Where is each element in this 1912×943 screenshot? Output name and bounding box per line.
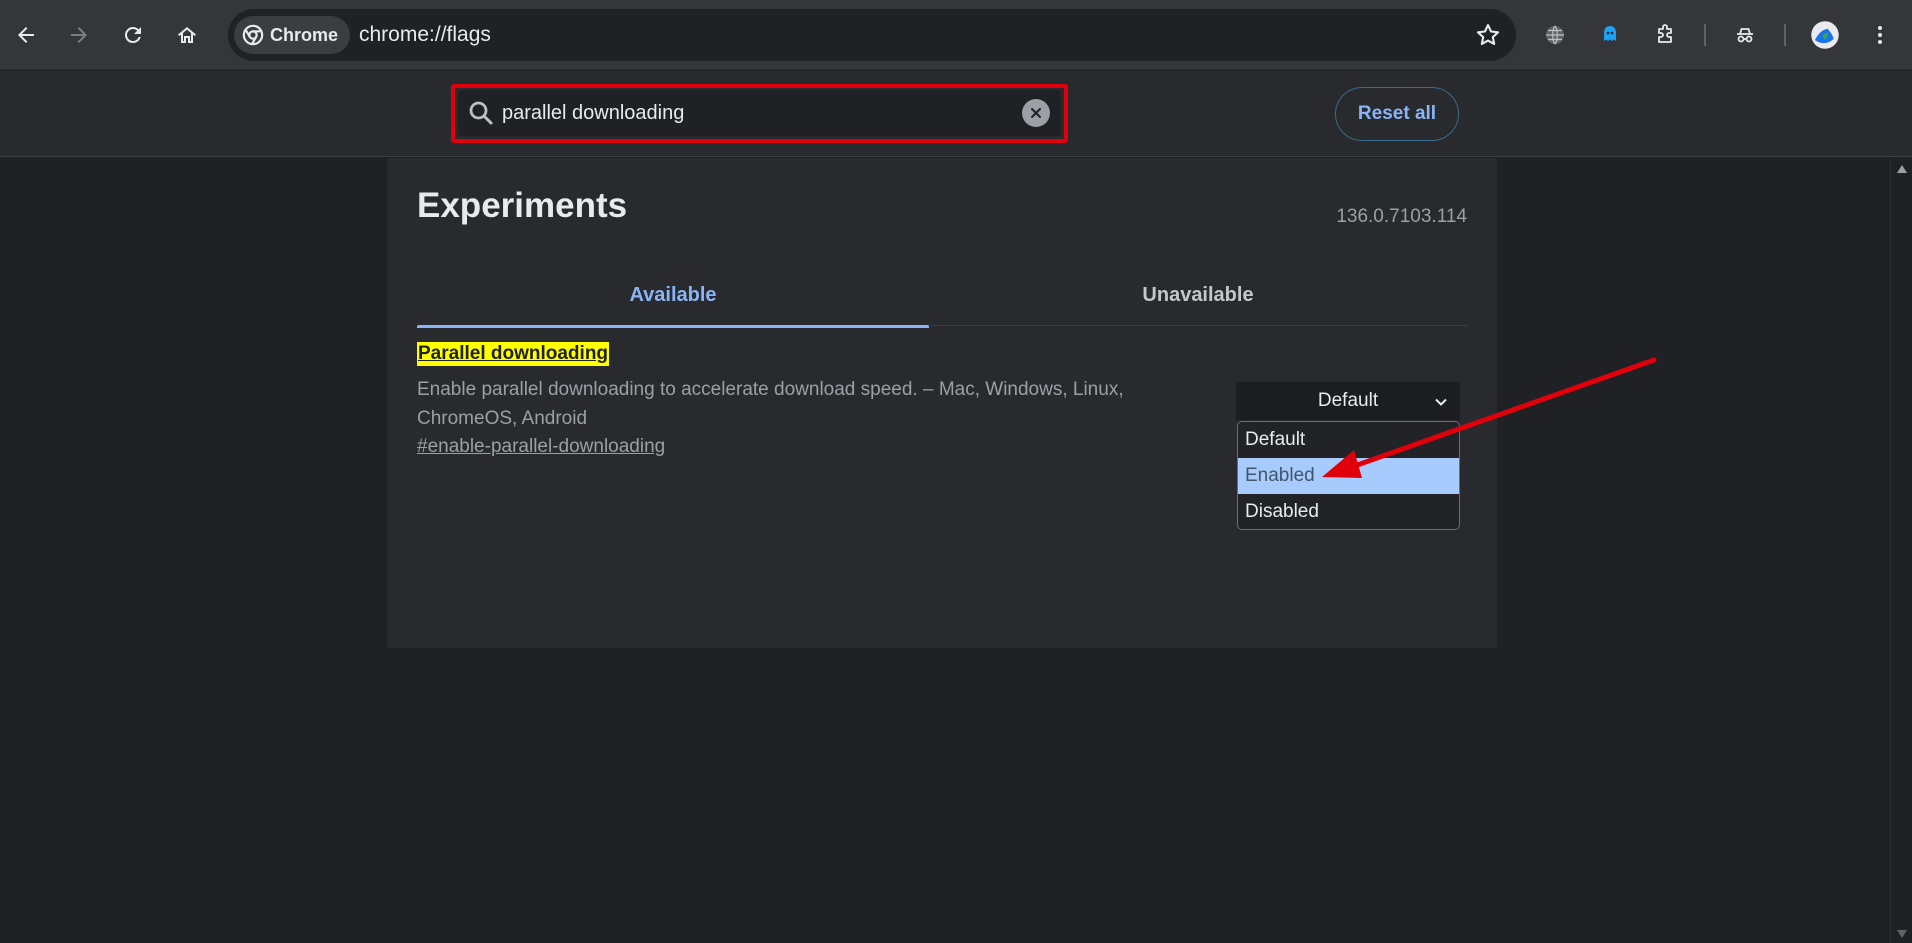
chevron-down-icon [1435,398,1447,406]
forward-button[interactable] [61,17,97,53]
back-button[interactable] [8,17,44,53]
tab-available[interactable]: Available [417,264,929,328]
search-field[interactable] [458,90,1061,136]
chrome-chip[interactable]: Chrome [234,16,351,54]
address-bar[interactable]: Chrome chrome://flags [228,9,1516,61]
version-label: 136.0.7103.114 [1336,206,1467,227]
ghost-icon [1604,26,1616,41]
close-icon [1031,108,1041,118]
clear-search-button[interactable] [1022,99,1050,127]
chip-label: Chrome [270,24,339,45]
search-input[interactable] [502,95,1002,131]
chrome-logo-icon [242,24,264,46]
flag-description: Enable parallel downloading to accelerat… [417,379,1124,429]
incognito-button[interactable] [1727,17,1763,53]
extensions-button[interactable] [1647,17,1683,53]
puzzle-icon [1658,24,1672,43]
globe-icon [1546,25,1564,45]
flag-permalink[interactable]: #enable-parallel-downloading [417,436,665,458]
profile-avatar[interactable] [1807,17,1843,53]
page-scrollbar[interactable] [1890,158,1912,943]
language-button[interactable] [1537,17,1573,53]
forward-arrow-icon [71,27,87,43]
option-disabled[interactable]: Disabled [1238,494,1459,529]
option-enabled[interactable]: Enabled [1238,458,1459,494]
ghostery-extension-button[interactable] [1592,17,1628,53]
url-text[interactable]: chrome://flags [359,23,491,47]
home-button[interactable] [169,17,205,53]
reload-icon [124,26,141,43]
back-arrow-icon [18,27,34,43]
scroll-up-arrow-icon[interactable] [1896,164,1908,174]
toolbar-separator [1784,24,1786,46]
home-icon [178,27,196,43]
flag-state-dropdown: Default Enabled Disabled [1237,421,1460,530]
avatar-icon [1811,21,1839,49]
incognito-icon [1737,28,1753,43]
search-icon [469,101,493,125]
page-title: Experiments [417,186,628,225]
browser-toolbar: Chrome chrome://flags [0,0,1912,70]
menu-button[interactable] [1862,17,1898,53]
more-vert-icon [1878,26,1882,44]
select-value: Default [1317,390,1379,411]
scroll-down-arrow-icon[interactable] [1896,929,1908,939]
toolbar-separator [1704,24,1706,46]
tab-unavailable[interactable]: Unavailable [942,264,1454,326]
reload-button[interactable] [115,17,151,53]
option-default[interactable]: Default [1238,422,1459,458]
bookmark-star-icon[interactable] [1474,21,1502,49]
flag-title: Parallel downloading [417,342,610,366]
tab-bar: Available Unavailable [417,264,1467,328]
reset-all-button[interactable]: Reset all [1335,87,1459,141]
flag-state-select[interactable]: Default [1236,382,1460,420]
